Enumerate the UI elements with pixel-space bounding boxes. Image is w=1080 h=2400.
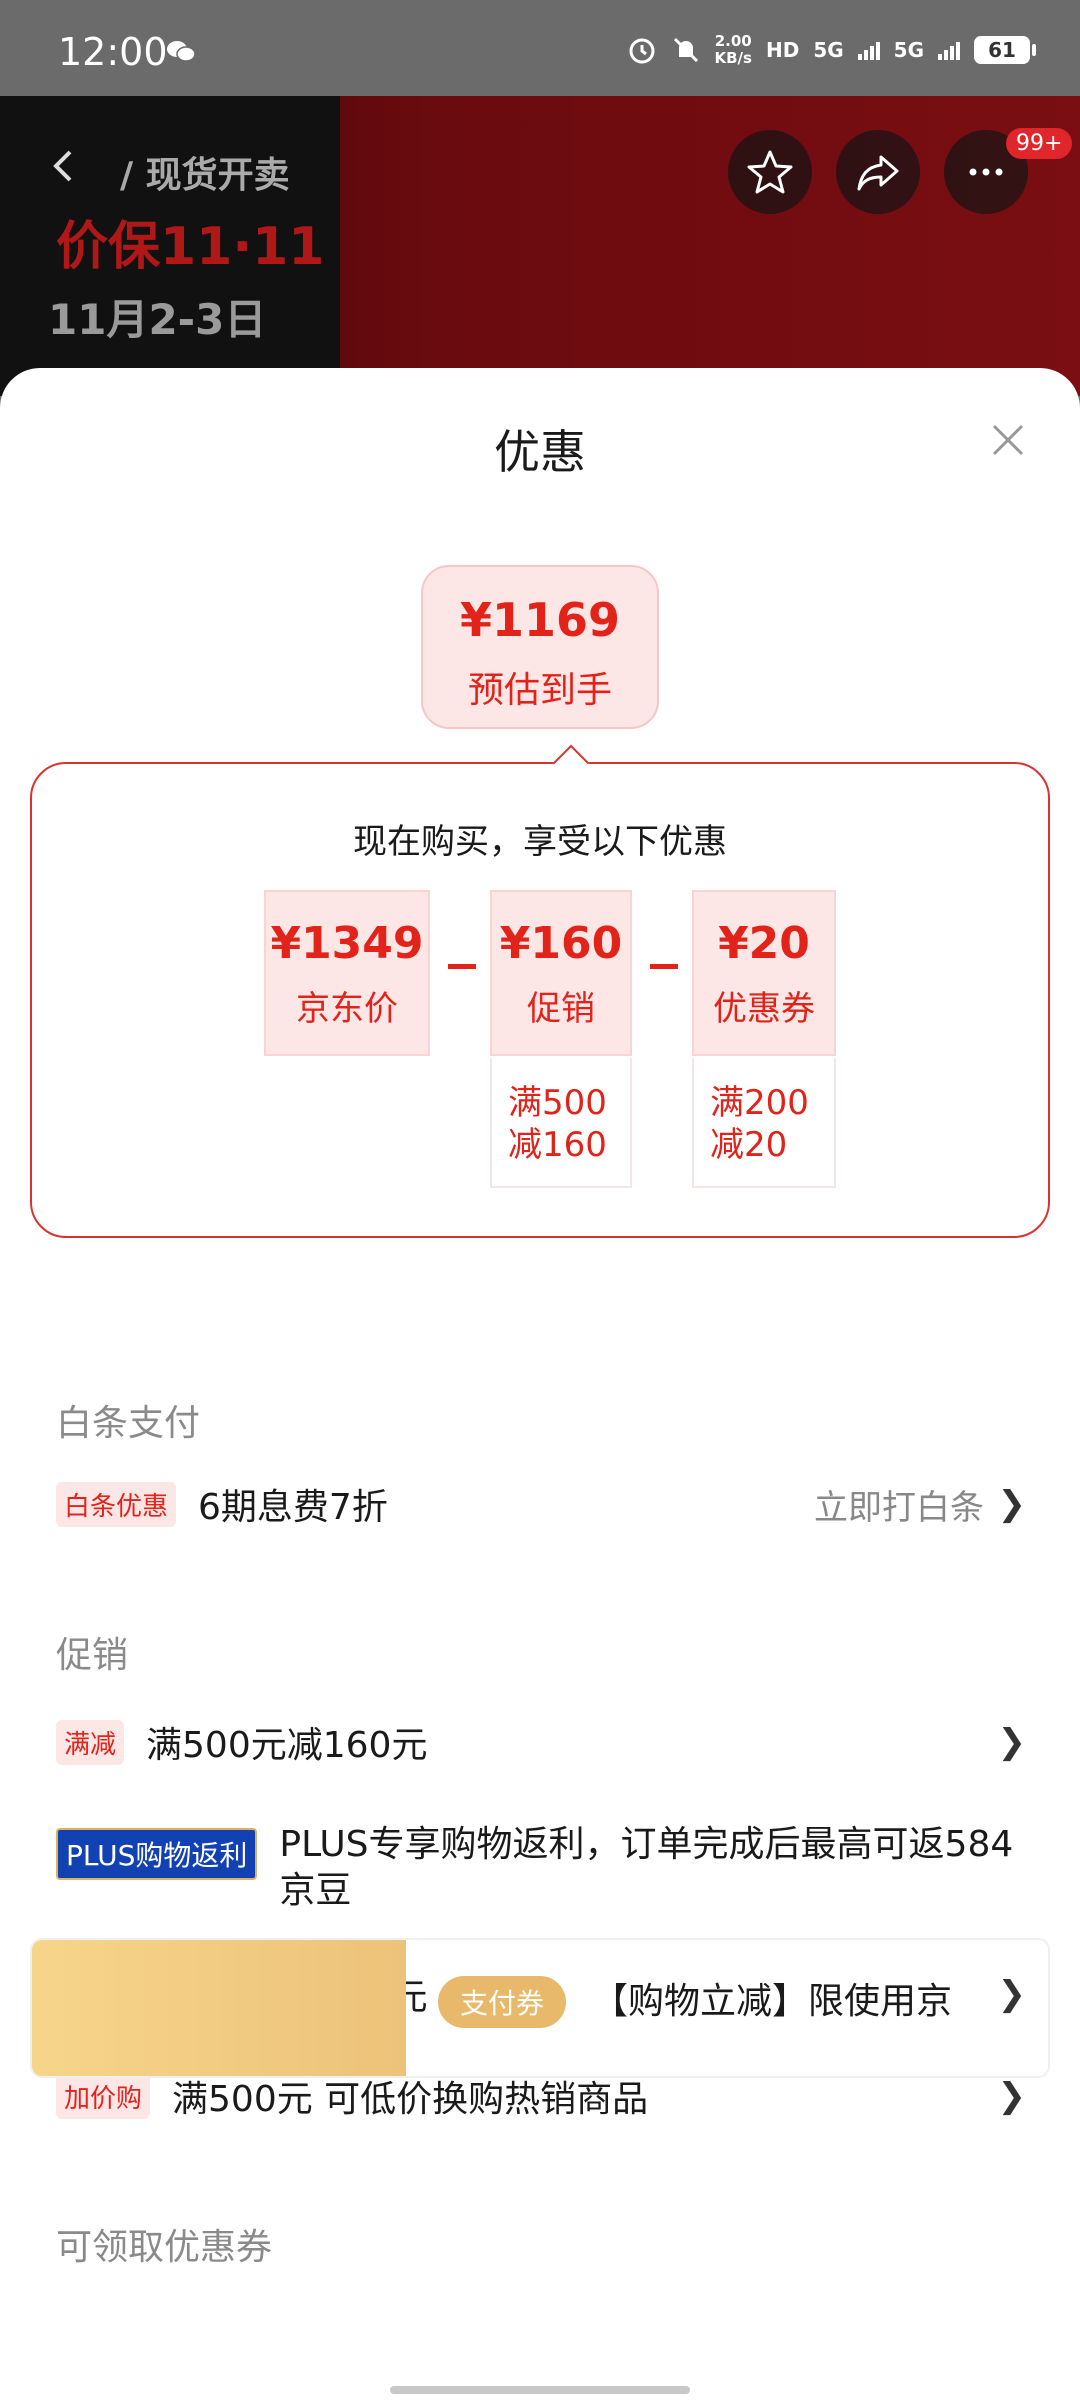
baitiao-row[interactable]: 白条优惠 6期息费7折 立即打白条 ❯ — [56, 1478, 1026, 1530]
wechat-icon — [167, 41, 196, 62]
promo-image: / 现货开卖 价保11·11 11月2-3日 — [0, 96, 340, 396]
hd-indicator: HD — [765, 38, 800, 62]
network-type-2: 5G — [893, 38, 924, 62]
breakdown-title: 现在购买，享受以下优惠 — [353, 822, 727, 862]
signal-2-icon — [938, 40, 960, 60]
signal-1-icon — [857, 40, 880, 60]
alarm-icon — [629, 38, 654, 64]
chevron-right-icon: ❯ — [997, 1722, 1027, 1762]
estimated-price: ¥1169 — [459, 593, 621, 647]
promotion-text: 满500元减160元 — [146, 1725, 428, 1766]
message-badge: 99+ — [1006, 128, 1073, 159]
full-reduction-tag: 满减 — [56, 1719, 125, 1765]
plus-rebate-tag: PLUS购物返利 — [56, 1828, 258, 1880]
status-bar: 12:00 2.00 KB/s HD 5G 5G 61 — [0, 0, 1080, 96]
promotion-card: ¥160 促销 — [490, 890, 632, 1056]
add-on-purchase-tag: 加价购 — [56, 2073, 151, 2119]
network-type-1: 5G — [813, 38, 844, 62]
status-icons: 2.00 KB/s HD 5G 5G 61 — [627, 28, 1036, 72]
status-time: 12:00 — [58, 30, 168, 74]
baitiao-section-title: 白条支付 — [56, 1403, 201, 1444]
pointer-notch — [552, 744, 590, 782]
chevron-right-icon: ❯ — [997, 2076, 1027, 2116]
baitiao-text: 6期息费7折 — [198, 1487, 388, 1528]
payment-coupon-tag: 支付券 — [438, 1976, 567, 2028]
coupon-rule-line2: 减20 — [710, 1125, 788, 1165]
promotion-amount: ¥160 — [499, 918, 623, 969]
discount-sheet: 优惠 ¥1169 预估到手 现在购买，享受以下优惠 ¥1349 京东价 ¥160… — [0, 368, 1080, 2400]
estimated-price-box: ¥1169 预估到手 — [421, 565, 659, 729]
close-icon[interactable] — [990, 422, 1026, 458]
back-icon[interactable] — [44, 146, 84, 186]
baitiao-action[interactable]: 立即打白条 — [814, 1480, 984, 1529]
coupon-label: 优惠券 — [713, 989, 815, 1029]
product-banner: / 现货开卖 价保11·11 11月2-3日 99+ — [0, 96, 1080, 396]
favorite-button[interactable] — [728, 130, 812, 214]
jd-price-label: 京东价 — [296, 989, 398, 1029]
minus-sign — [448, 964, 476, 969]
coupon-item[interactable]: 支付券 【购物立减】限使用京 — [30, 1938, 1050, 2078]
home-indicator[interactable] — [390, 2386, 690, 2394]
banner-tag: / 现货开卖 — [120, 155, 290, 196]
minus-sign — [650, 964, 678, 969]
share-icon — [857, 155, 899, 191]
coupon-value-panel — [32, 1940, 406, 2076]
discount-breakdown: 现在购买，享受以下优惠 ¥1349 京东价 ¥160 促销 ¥20 优惠券 满5… — [30, 744, 1050, 1238]
coupon-amount: ¥20 — [718, 918, 810, 969]
coupon-section-title: 可领取优惠券 — [56, 2227, 273, 2268]
jd-price-card: ¥1349 京东价 — [264, 890, 430, 1056]
promotion-rule-line1: 满500 — [508, 1083, 607, 1123]
estimated-price-label: 预估到手 — [467, 670, 612, 711]
chevron-right-icon: ❯ — [997, 1484, 1027, 1524]
banner-date: 11月2-3日 — [48, 295, 267, 344]
mute-bell-icon — [673, 37, 698, 63]
coupon-card: ¥20 优惠券 — [692, 890, 836, 1056]
promotion-label: 促销 — [527, 989, 595, 1029]
coupon-description: 【购物立减】限使用京 — [592, 1981, 953, 2022]
share-button[interactable] — [836, 130, 920, 214]
network-speed: 2.00 KB/s — [714, 32, 752, 67]
plus-rebate-text: PLUS专享购物返利，订单完成后最高可返584京豆 — [279, 1824, 1014, 1911]
coupon-rule: 满200 减20 — [692, 1058, 836, 1188]
coupon-rule-line1: 满200 — [710, 1083, 809, 1123]
promotion-rule: 满500 减160 — [490, 1058, 632, 1188]
star-icon — [747, 150, 793, 194]
promotion-row[interactable]: 满减 满500元减160元 ❯ — [56, 1716, 1026, 1768]
baitiao-tag: 白条优惠 — [56, 1481, 177, 1527]
plus-rebate-row: PLUS购物返利 PLUS专享购物返利，订单完成后最高可返584京豆 — [56, 1824, 1026, 1914]
more-icon — [969, 168, 1003, 176]
sheet-title: 优惠 — [494, 425, 586, 479]
promotion-rule-line2: 减160 — [508, 1125, 607, 1165]
battery-icon: 61 — [974, 36, 1036, 64]
jd-price: ¥1349 — [270, 918, 424, 969]
banner-title: 价保11·11 — [56, 217, 325, 277]
promotion-section-title: 促销 — [56, 1635, 129, 1676]
